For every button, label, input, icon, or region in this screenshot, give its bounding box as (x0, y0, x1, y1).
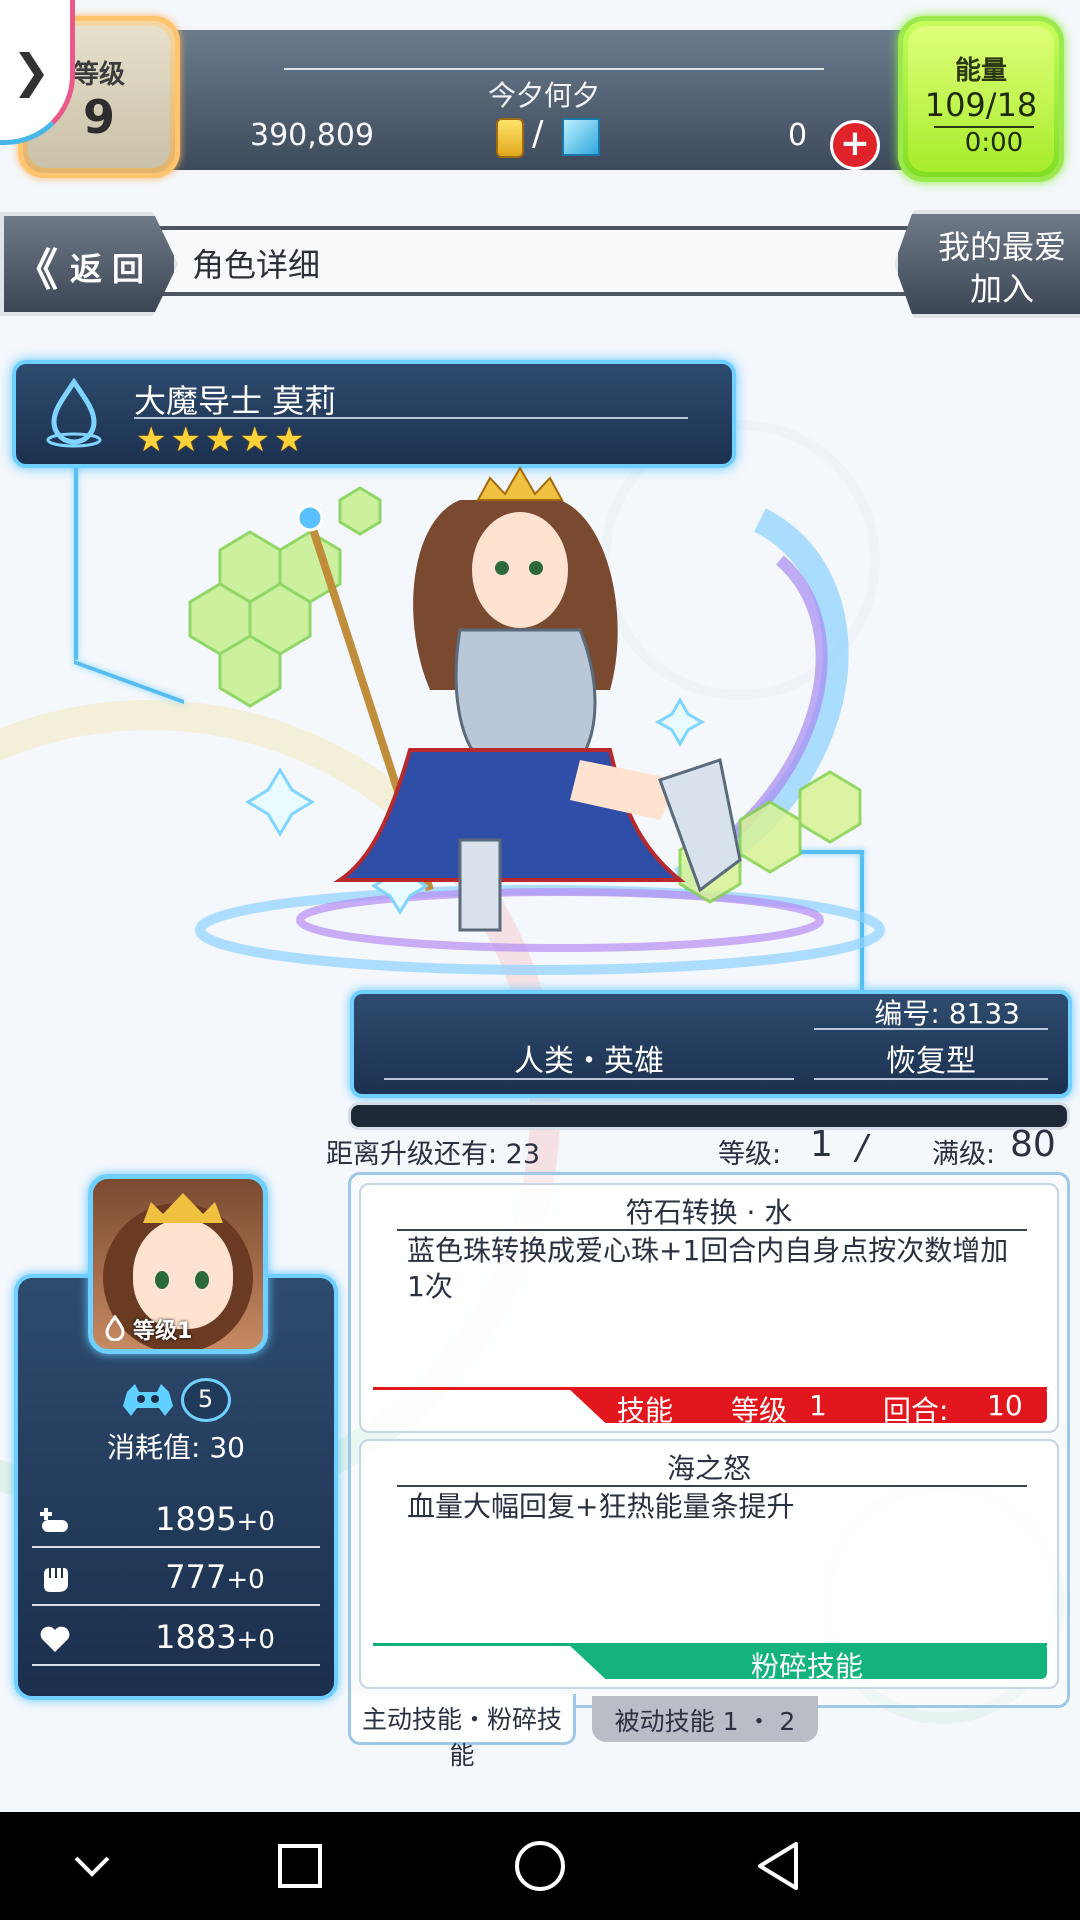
frame-line (74, 460, 78, 660)
character-portrait[interactable]: 等级1 (88, 1174, 268, 1354)
staff-gem (296, 504, 324, 532)
tab-active-label: 主动技能・粉碎技能 (361, 1705, 562, 1770)
title-divider (397, 1229, 1027, 1231)
title-bar: 角色详细 (150, 226, 920, 296)
skill-level-label: 等级 (731, 1394, 788, 1427)
stat-row-hp: 1895+0 (32, 1494, 320, 1548)
character-type: 恢复型 (886, 1044, 976, 1079)
character-race: 人类・英雄 (514, 1044, 664, 1079)
active-skill-description: 蓝色珠转换成爱心珠+1回合内自身点按次数增加1次 (407, 1234, 1009, 1303)
chevron-right-icon: ❯ (12, 44, 51, 98)
character-info-box: 编号: 8133 人类・英雄 恢复型 (350, 990, 1072, 1098)
type-divider (814, 1078, 1048, 1080)
monster-icon (123, 1384, 174, 1416)
skills-panel: 符石转换 · 水 蓝色珠转换成爱心珠+1回合内自身点按次数增加1次 技能 等级 … (348, 1172, 1070, 1708)
stat-row-attack: 777+0 (32, 1552, 320, 1606)
chevron-down-icon[interactable] (64, 1838, 120, 1894)
hexagon-cluster (188, 486, 382, 708)
level-separator: / (856, 1128, 868, 1168)
energy-box[interactable]: 能量 109/18 0:00 (898, 16, 1064, 182)
portrait-eye (195, 1271, 209, 1289)
heart-icon (40, 1626, 70, 1652)
character-id: 编号: 8133 (874, 997, 1020, 1030)
currency-separator: / (532, 114, 544, 154)
cost-text: 消耗值: 30 (107, 1431, 245, 1464)
attack-value: 777+0 (165, 1558, 265, 1596)
hp-value: 1895+0 (155, 1500, 275, 1538)
triangle-back-icon[interactable] (752, 1838, 808, 1894)
skill-bar-label: 技能 (617, 1394, 674, 1427)
player-info-strip: 今夕何夕 390,809 / 0 + (160, 26, 928, 174)
water-drop-icon (46, 378, 102, 448)
name-divider (284, 68, 824, 70)
hp-icon (40, 1508, 68, 1532)
gem-count: 0 (788, 118, 808, 153)
portrait-eye (155, 1271, 169, 1289)
exp-remaining: 距离升级还有: 23 (326, 1139, 541, 1170)
character-eye (529, 561, 543, 575)
smash-skill-title: 海之怒 (666, 1452, 751, 1485)
back-button[interactable]: 《 返回 (0, 212, 178, 316)
stat-row-recovery: 1883+0 (32, 1612, 320, 1666)
title-divider (397, 1485, 1027, 1487)
experience-row: 距离升级还有: 23 等级: 1 / 满级: 80 (326, 1124, 1066, 1170)
page-title: 角色详细 (192, 246, 321, 284)
cost-badge: 5 (180, 1378, 231, 1422)
character-artwork (188, 465, 885, 975)
rarity-stars: ★★★★★ (136, 420, 309, 460)
add-favorite-button[interactable]: 我的最爱 加入 (894, 210, 1080, 318)
character-boot (458, 838, 502, 932)
skill-turn-label: 回合: (883, 1394, 949, 1427)
double-chevron-left-icon: 《 (14, 245, 58, 296)
active-skill-card: 符石转换 · 水 蓝色珠转换成爱心珠+1回合内自身点按次数增加1次 技能 等级 … (359, 1183, 1059, 1433)
smash-bar-label: 粉碎技能 (750, 1650, 863, 1683)
energy-label: 能量 (954, 56, 1007, 86)
race-divider (384, 1078, 794, 1080)
plus-icon[interactable]: + (830, 120, 880, 170)
character-nameplate: 大魔导士 莫莉 ★★★★★ (12, 360, 736, 468)
energy-timer: 0:00 (964, 128, 1024, 158)
character-face (472, 512, 568, 628)
max-level: 80 (1010, 1124, 1056, 1165)
active-skill-bar: 技能 等级 1 回合: 10 (373, 1387, 1047, 1427)
tab-passive-skills[interactable]: 被动技能 1 ・ 2 (592, 1696, 818, 1742)
portrait-crown (143, 1193, 223, 1223)
recovery-value: 1883+0 (155, 1618, 275, 1656)
smash-skill-bar: 粉碎技能 (373, 1643, 1047, 1683)
skill-level-value: 1 (809, 1389, 827, 1422)
energy-value: 109/18 (924, 86, 1038, 124)
water-drop-icon (105, 1315, 125, 1341)
fist-icon (44, 1568, 68, 1592)
square-recent-icon[interactable] (272, 1838, 328, 1894)
water-swirl (296, 888, 824, 952)
favorite-label-line1: 我的最爱 (937, 228, 1066, 266)
id-divider (814, 1028, 1048, 1030)
tab-active-skills[interactable]: 主动技能・粉碎技能 (348, 1694, 576, 1770)
cost-row: 5 (18, 1378, 334, 1422)
gem-icon (562, 118, 600, 156)
character-name: 大魔导士 莫莉 (134, 382, 337, 420)
character-eye (495, 561, 509, 575)
system-nav-bar (0, 1812, 1080, 1920)
level-label: 等级: (718, 1139, 782, 1170)
character-crown (476, 465, 564, 501)
current-level: 1 (810, 1124, 833, 1165)
portrait-level: 等级1 (133, 1319, 193, 1344)
smash-skill-description: 血量大幅回复+狂热能量条提升 (407, 1490, 795, 1523)
smash-skill-card: 海之怒 血量大幅回复+狂热能量条提升 粉碎技能 (359, 1439, 1059, 1689)
circle-home-icon[interactable] (512, 1838, 568, 1894)
favorite-label-line2: 加入 (969, 270, 1034, 308)
skill-turn-value: 10 (987, 1389, 1023, 1422)
max-level-label: 满级: (932, 1139, 996, 1170)
character-body (454, 628, 597, 762)
active-skill-title: 符石转换 · 水 (625, 1196, 793, 1229)
tab-passive-label: 被动技能 1 ・ 2 (614, 1707, 796, 1736)
back-button-label: 返回 (70, 250, 155, 288)
name-divider (134, 417, 688, 419)
coin-icon (496, 118, 524, 158)
gold-amount: 390,809 (250, 118, 375, 153)
experience-bar (348, 1102, 1070, 1130)
player-name: 今夕何夕 (487, 79, 600, 112)
